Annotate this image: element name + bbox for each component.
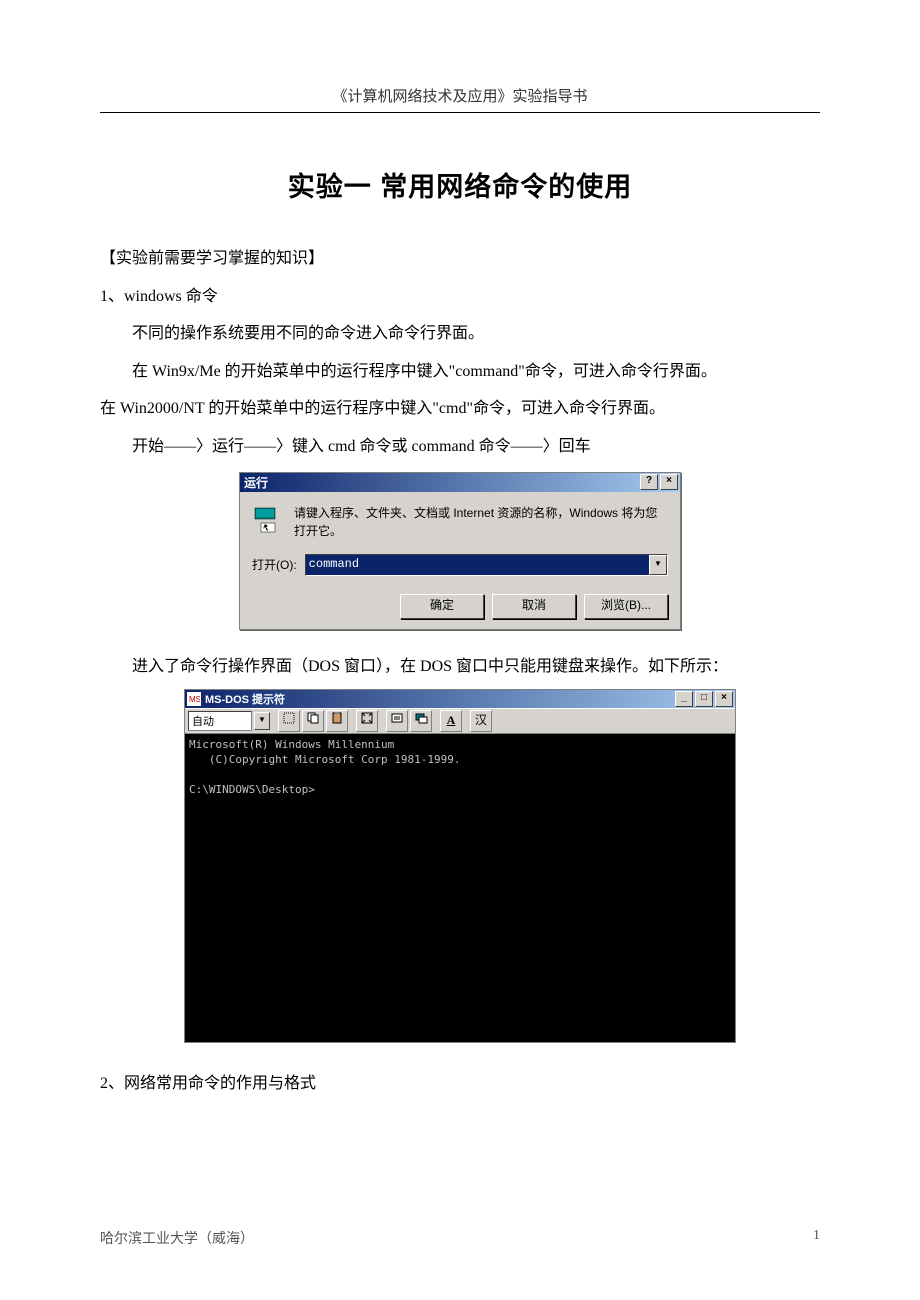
para-1: 不同的操作系统要用不同的命令进入命令行界面。 [100,315,820,353]
document-page: 《计算机网络技术及应用》实验指导书 实验一 常用网络命令的使用 【实验前需要学习… [0,0,920,1300]
close-button[interactable]: × [715,691,733,707]
para-2: 在 Win9x/Me 的开始菜单中的运行程序中键入"command"命令，可进入… [100,353,820,391]
close-button[interactable]: × [660,474,678,490]
run-dialog-titlebar[interactable]: 运行 ? × [240,473,680,492]
toolbar-paste-icon[interactable] [326,710,348,732]
run-dialog-desc: 请键入程序、文件夹、文档或 Internet 资源的名称，Windows 将为您… [294,504,668,540]
dos-titlebar[interactable]: MS MS‑DOS 提示符 _ □ × [185,690,735,708]
minimize-button[interactable]: _ [675,691,693,707]
dos-window-title: MS‑DOS 提示符 [205,691,673,707]
page-title: 实验一 常用网络命令的使用 [100,165,820,204]
page-header: 《计算机网络技术及应用》实验指导书 [100,85,820,113]
run-dialog-body: 请键入程序、文件夹、文档或 Internet 资源的名称，Windows 将为您… [240,492,680,629]
dos-line-0: Microsoft(R) Windows Millennium [189,738,394,751]
section-1-heading: 1、windows 命令 [100,278,820,316]
open-combobox[interactable]: command ▼ [305,554,668,576]
page-number: 1 [813,1228,820,1248]
msdos-icon: MS [187,692,201,706]
dos-toolbar: 自动 ▼ A [185,708,735,734]
maximize-button[interactable]: □ [695,691,713,707]
toolbar-ime-button[interactable]: 汉 [470,710,492,732]
help-button[interactable]: ? [640,474,658,490]
para-4: 开始——〉运行——〉键入 cmd 命令或 command 命令——〉回车 [100,428,820,466]
chevron-down-icon[interactable]: ▼ [254,712,270,730]
dos-line-1: (C)Copyright Microsoft Corp 1981-1999. [189,753,461,766]
dos-line-3: C:\WINDOWS\Desktop> [189,783,315,796]
footer-left: 哈尔滨工业大学（威海） [100,1228,254,1248]
toolbar-mark-icon[interactable] [278,710,300,732]
browse-button[interactable]: 浏览(B)... [584,594,668,619]
para-3: 在 Win2000/NT 的开始菜单中的运行程序中键入"cmd"命令，可进入命令… [100,390,820,428]
dos-terminal[interactable]: Microsoft(R) Windows Millennium (C)Copyr… [185,734,735,1042]
toolbar-properties-icon[interactable] [386,710,408,732]
page-footer: 哈尔滨工业大学（威海） 1 [100,1228,820,1248]
toolbar-copy-icon[interactable] [302,710,324,732]
toolbar-background-icon[interactable] [410,710,432,732]
font-size-value: 自动 [192,713,248,729]
cancel-button[interactable]: 取消 [492,594,576,619]
toolbar-fullscreen-icon[interactable] [356,710,378,732]
section-2-heading: 2、网络常用命令的作用与格式 [100,1065,820,1103]
body-text: 【实验前需要学习掌握的知识】 1、windows 命令 不同的操作系统要用不同的… [100,240,820,466]
run-icon [252,504,284,536]
run-dialog: 运行 ? × 请键入程序、文件夹、文档或 Internet 资源的名称，Wind… [239,472,681,630]
ok-button[interactable]: 确定 [400,594,484,619]
para-5: 进入了命令行操作界面（DOS 窗口），在 DOS 窗口中只能用键盘来操作。如下所… [100,648,820,686]
run-dialog-title: 运行 [244,474,638,491]
chevron-down-icon[interactable]: ▼ [649,555,667,575]
body-text-2: 进入了命令行操作界面（DOS 窗口），在 DOS 窗口中只能用键盘来操作。如下所… [100,648,820,686]
prereq-heading: 【实验前需要学习掌握的知识】 [100,240,820,278]
font-size-select[interactable]: 自动 [188,711,252,731]
open-label: 打开(O): [252,556,297,573]
dos-window: MS MS‑DOS 提示符 _ □ × 自动 ▼ [184,689,736,1043]
svg-text:MS: MS [189,695,200,704]
toolbar-font-button[interactable]: A [440,710,462,732]
body-text-3: 2、网络常用命令的作用与格式 [100,1065,820,1103]
open-input[interactable]: command [306,555,649,575]
